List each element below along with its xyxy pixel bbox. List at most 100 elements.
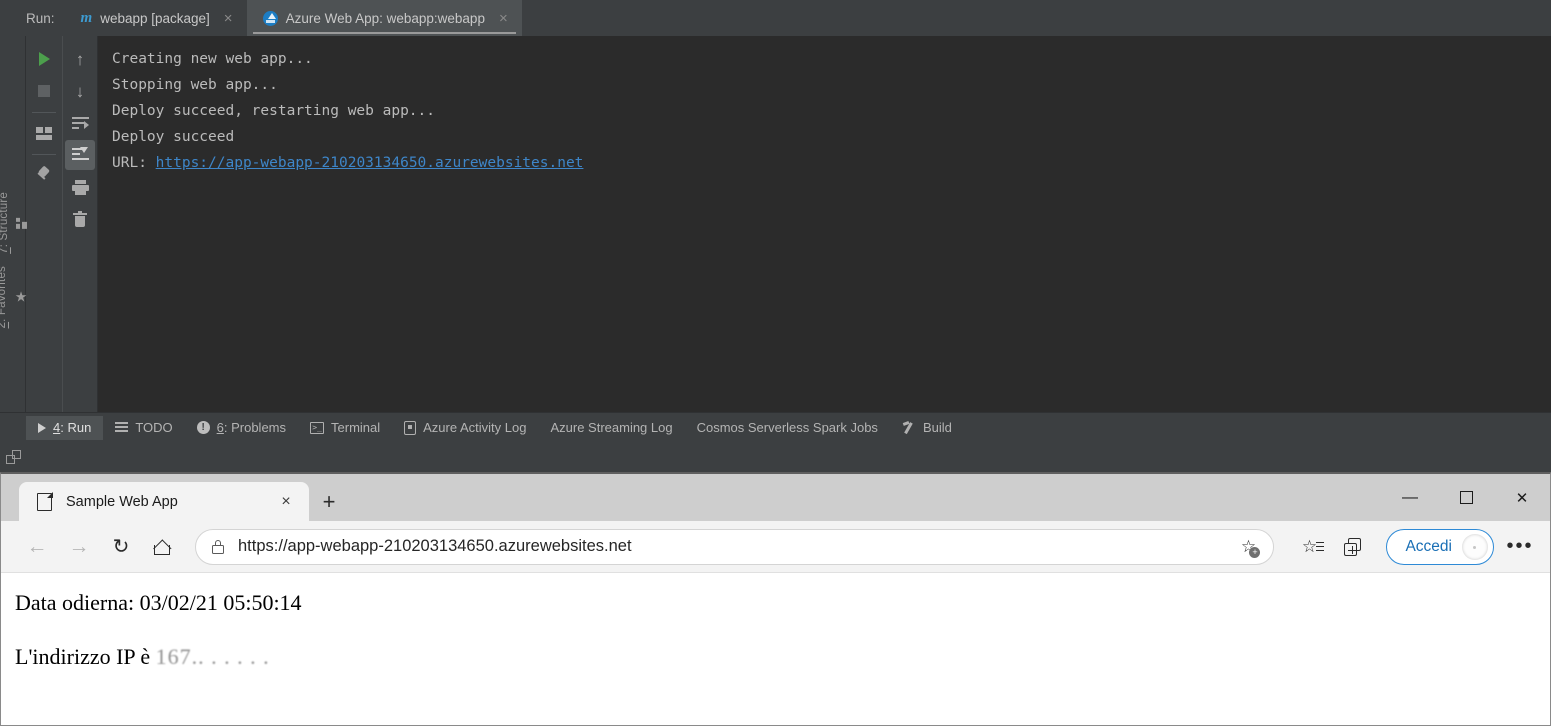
ide-body: 7: Structure ★ 2: Favorites ↑ ↓ Creating… (0, 36, 1551, 412)
clear-all-button[interactable] (65, 204, 95, 234)
favorites-button[interactable]: ☆ (1288, 529, 1330, 565)
pin-tab-button[interactable] (29, 160, 59, 190)
tab-cosmos-serverless-spark-jobs[interactable]: Cosmos Serverless Spark Jobs (685, 416, 890, 440)
tab-build[interactable]: Build (890, 416, 964, 440)
collections-button[interactable] (1332, 529, 1374, 565)
print-icon (71, 179, 89, 195)
scroll-to-end-button[interactable] (65, 140, 95, 170)
down-button[interactable]: ↓ (65, 76, 95, 106)
maximize-icon (1459, 491, 1473, 504)
forward-button[interactable]: → (59, 530, 99, 564)
print-button[interactable] (65, 172, 95, 202)
ip-value: 167. (155, 644, 199, 670)
tab-label: 6: Problems (216, 420, 287, 435)
sidebar-item-structure[interactable]: 7: Structure (0, 186, 27, 260)
sidebar-item-label: 7: Structure (0, 192, 10, 254)
avatar (1462, 533, 1488, 560)
layout-toggle-icon[interactable] (6, 450, 21, 464)
stop-button[interactable] (29, 76, 59, 106)
up-button[interactable]: ↑ (65, 44, 95, 74)
close-window-button[interactable]: ✕ (1494, 474, 1550, 521)
page-icon (37, 491, 53, 511)
divider (32, 112, 56, 113)
console-line: Creating new web app... (112, 51, 313, 67)
run-tabs-bar: Run: m webapp [package] × Azure Web App:… (0, 0, 1551, 36)
arrow-up-icon: ↑ (75, 49, 85, 69)
run-tab-webapp-package[interactable]: m webapp [package] × (65, 0, 247, 36)
deployed-app-link[interactable]: https://app-webapp-210203134650.azureweb… (156, 155, 584, 171)
tab-azure-streaming-log[interactable]: Azure Streaming Log (538, 416, 684, 440)
arrow-down-icon: ↓ (75, 81, 85, 101)
maven-icon: m (80, 9, 93, 26)
address-bar[interactable]: https://app-webapp-210203134650.azureweb… (195, 528, 1275, 565)
browser-toolbar: ← → ↻ https://app-webapp-210203134650.az… (1, 521, 1550, 573)
console-view-button[interactable] (29, 118, 59, 148)
close-icon[interactable]: × (499, 11, 508, 26)
home-button[interactable] (143, 530, 183, 564)
scroll-to-end-icon (71, 147, 89, 162)
more-options-button[interactable]: ••• (1500, 529, 1540, 565)
new-tab-button[interactable]: + (309, 482, 349, 521)
run-label: Run: (26, 10, 55, 26)
window-controls: — ✕ (1382, 474, 1550, 521)
page-content: Data odierna: 03/02/21 05:50:14 L'indiri… (1, 573, 1550, 725)
problems-icon: ! (196, 421, 210, 434)
console-icon (36, 126, 52, 140)
sign-in-button[interactable]: Accedi (1386, 528, 1494, 565)
run-tab-label: webapp [package] (100, 10, 210, 26)
tab-label: 4: Run (53, 420, 92, 435)
browser-tab-strip: Sample Web App × + — ✕ (1, 474, 1550, 521)
reload-button[interactable]: ↻ (101, 530, 141, 564)
stop-icon (38, 85, 50, 97)
azure-log-icon (404, 420, 417, 435)
run-actions-toolbar (26, 36, 62, 412)
minimize-button[interactable]: — (1382, 474, 1438, 521)
console-line: Deploy succeed, restarting web app... (112, 103, 436, 119)
sidebar-item-favorites[interactable]: ★ 2: Favorites (0, 260, 30, 335)
console-line: Deploy succeed (112, 129, 235, 145)
ide-status-bar (0, 442, 1551, 472)
rerun-button[interactable] (29, 44, 59, 74)
tab-label: Terminal (331, 420, 381, 435)
tab-problems[interactable]: ! 6: Problems (185, 416, 298, 440)
browser-tab-title: Sample Web App (66, 493, 178, 510)
tab-terminal[interactable]: >_ Terminal (298, 416, 392, 440)
run-tab-azure-web-app[interactable]: Azure Web App: webapp:webapp × (246, 0, 522, 36)
tab-azure-activity-log[interactable]: Azure Activity Log (392, 416, 538, 440)
star-icon: ★ (13, 289, 30, 306)
play-triangle-icon (38, 422, 46, 433)
left-tool-strip: 7: Structure ★ 2: Favorites (0, 36, 30, 412)
build-icon (902, 420, 916, 435)
structure-icon (16, 217, 27, 229)
ip-line: L'indirizzo IP è 167.. . . . . . (15, 645, 1536, 669)
close-icon[interactable]: × (224, 11, 233, 26)
run-tab-label: Azure Web App: webapp:webapp (285, 10, 485, 26)
maximize-button[interactable] (1438, 474, 1494, 521)
ip-label: L'indirizzo IP è (15, 644, 156, 670)
soft-wrap-button[interactable] (65, 108, 95, 138)
arrow-right-icon: → (68, 535, 90, 558)
run-console-output[interactable]: Creating new web app... Stopping web app… (98, 36, 1551, 412)
add-favorite-button[interactable]: ☆ + (1231, 532, 1265, 562)
plus-icon: + (1249, 546, 1261, 558)
todo-icon (115, 422, 129, 433)
tab-label: Cosmos Serverless Spark Jobs (696, 420, 878, 435)
terminal-icon: >_ (310, 421, 325, 434)
reload-icon: ↻ (112, 535, 130, 558)
soft-wrap-icon (71, 116, 89, 130)
browser-tab-sample-web-app[interactable]: Sample Web App × (19, 482, 309, 521)
tab-todo[interactable]: TODO (103, 416, 184, 440)
back-button[interactable]: ← (17, 530, 57, 564)
pin-icon (36, 165, 52, 183)
console-url-prefix: URL: (112, 155, 156, 171)
tab-label: Azure Streaming Log (550, 420, 673, 435)
lock-icon (212, 539, 224, 554)
sidebar-item-label: 2: Favorites (0, 265, 8, 329)
console-line: Stopping web app... (112, 77, 278, 93)
tab-run[interactable]: 4: Run (26, 415, 104, 440)
play-icon (38, 52, 50, 66)
close-icon[interactable]: × (275, 493, 297, 510)
tab-label: Build (922, 420, 952, 435)
browser-window: Sample Web App × + — ✕ ← → ↻ https://app… (0, 472, 1551, 726)
home-icon (152, 538, 172, 557)
